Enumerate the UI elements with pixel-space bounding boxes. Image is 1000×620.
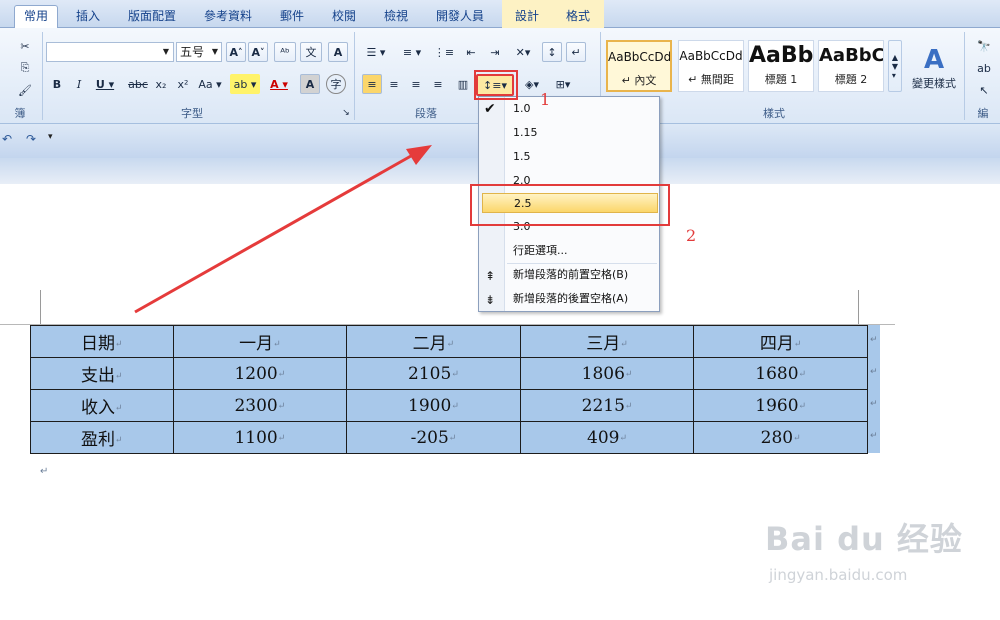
annotation-number-2: 2	[686, 226, 697, 245]
annotation-box-2	[470, 184, 670, 226]
watermark-url: jingyan.baidu.com	[769, 566, 908, 584]
menu-item-line-spacing-options[interactable]: 行距選項...	[505, 241, 659, 261]
menu-item-1-0[interactable]: 1.0	[505, 99, 659, 119]
baidu-watermark: Bai du 经验 jingyan.baidu.com	[765, 514, 963, 584]
menu-divider	[507, 263, 657, 264]
add-space-before-icon: ⇞	[485, 269, 496, 283]
menu-item-add-space-before[interactable]: 新增段落的前置空格(B)	[505, 265, 659, 285]
annotation-box-1	[474, 70, 518, 100]
annotation-number-1: 1	[540, 90, 551, 109]
menu-item-1-5[interactable]: 1.5	[505, 147, 659, 167]
menu-item-add-space-after[interactable]: 新增段落的後置空格(A)	[505, 289, 659, 309]
check-icon: ✔	[484, 101, 496, 117]
menu-item-1-15[interactable]: 1.15	[505, 123, 659, 143]
watermark-logo: Bai du 经验	[765, 520, 963, 558]
add-space-after-icon: ⇟	[485, 293, 496, 307]
